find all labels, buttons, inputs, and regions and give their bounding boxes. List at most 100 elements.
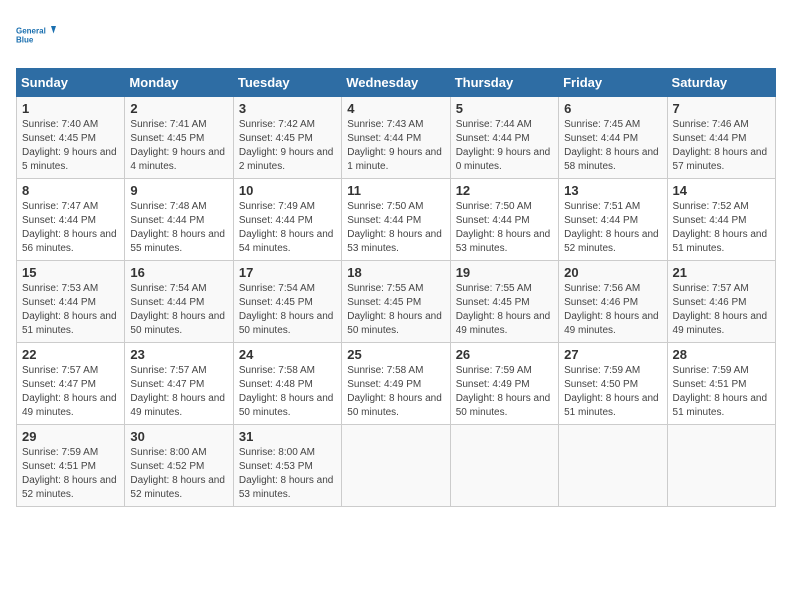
day-number: 27 <box>564 347 661 362</box>
day-cell-15: 15 Sunrise: 7:53 AMSunset: 4:44 PMDaylig… <box>17 261 125 343</box>
day-number: 25 <box>347 347 444 362</box>
day-info: Sunrise: 7:42 AMSunset: 4:45 PMDaylight:… <box>239 119 334 172</box>
day-number: 29 <box>22 429 119 444</box>
empty-cell <box>667 425 775 507</box>
day-info: Sunrise: 7:51 AMSunset: 4:44 PMDaylight:… <box>564 201 659 254</box>
header-friday: Friday <box>559 69 667 97</box>
day-info: Sunrise: 7:55 AMSunset: 4:45 PMDaylight:… <box>456 283 551 336</box>
day-cell-17: 17 Sunrise: 7:54 AMSunset: 4:45 PMDaylig… <box>233 261 341 343</box>
day-cell-21: 21 Sunrise: 7:57 AMSunset: 4:46 PMDaylig… <box>667 261 775 343</box>
day-cell-4: 4 Sunrise: 7:43 AMSunset: 4:44 PMDayligh… <box>342 97 450 179</box>
day-number: 23 <box>130 347 227 362</box>
day-info: Sunrise: 7:47 AMSunset: 4:44 PMDaylight:… <box>22 201 117 254</box>
header-sunday: Sunday <box>17 69 125 97</box>
empty-cell <box>342 425 450 507</box>
header-monday: Monday <box>125 69 233 97</box>
day-number: 26 <box>456 347 553 362</box>
day-info: Sunrise: 7:44 AMSunset: 4:44 PMDaylight:… <box>456 119 551 172</box>
week-row-1: 1 Sunrise: 7:40 AMSunset: 4:45 PMDayligh… <box>17 97 776 179</box>
day-number: 20 <box>564 265 661 280</box>
day-number: 13 <box>564 183 661 198</box>
logo: General Blue <box>16 16 56 56</box>
week-row-5: 29 Sunrise: 7:59 AMSunset: 4:51 PMDaylig… <box>17 425 776 507</box>
day-cell-19: 19 Sunrise: 7:55 AMSunset: 4:45 PMDaylig… <box>450 261 558 343</box>
day-cell-30: 30 Sunrise: 8:00 AMSunset: 4:52 PMDaylig… <box>125 425 233 507</box>
day-info: Sunrise: 7:58 AMSunset: 4:48 PMDaylight:… <box>239 365 334 418</box>
day-number: 4 <box>347 101 444 116</box>
day-number: 3 <box>239 101 336 116</box>
day-number: 21 <box>673 265 770 280</box>
calendar-header-row: SundayMondayTuesdayWednesdayThursdayFrid… <box>17 69 776 97</box>
day-number: 2 <box>130 101 227 116</box>
day-info: Sunrise: 7:40 AMSunset: 4:45 PMDaylight:… <box>22 119 117 172</box>
day-info: Sunrise: 7:52 AMSunset: 4:44 PMDaylight:… <box>673 201 768 254</box>
day-number: 16 <box>130 265 227 280</box>
day-number: 15 <box>22 265 119 280</box>
day-info: Sunrise: 7:50 AMSunset: 4:44 PMDaylight:… <box>456 201 551 254</box>
day-info: Sunrise: 7:54 AMSunset: 4:44 PMDaylight:… <box>130 283 225 336</box>
day-info: Sunrise: 7:50 AMSunset: 4:44 PMDaylight:… <box>347 201 442 254</box>
day-cell-8: 8 Sunrise: 7:47 AMSunset: 4:44 PMDayligh… <box>17 179 125 261</box>
day-cell-24: 24 Sunrise: 7:58 AMSunset: 4:48 PMDaylig… <box>233 343 341 425</box>
day-info: Sunrise: 7:41 AMSunset: 4:45 PMDaylight:… <box>130 119 225 172</box>
day-number: 28 <box>673 347 770 362</box>
day-info: Sunrise: 7:54 AMSunset: 4:45 PMDaylight:… <box>239 283 334 336</box>
day-cell-23: 23 Sunrise: 7:57 AMSunset: 4:47 PMDaylig… <box>125 343 233 425</box>
day-cell-10: 10 Sunrise: 7:49 AMSunset: 4:44 PMDaylig… <box>233 179 341 261</box>
day-cell-27: 27 Sunrise: 7:59 AMSunset: 4:50 PMDaylig… <box>559 343 667 425</box>
day-number: 14 <box>673 183 770 198</box>
day-info: Sunrise: 7:59 AMSunset: 4:51 PMDaylight:… <box>22 447 117 500</box>
day-cell-5: 5 Sunrise: 7:44 AMSunset: 4:44 PMDayligh… <box>450 97 558 179</box>
day-info: Sunrise: 7:59 AMSunset: 4:50 PMDaylight:… <box>564 365 659 418</box>
day-info: Sunrise: 7:57 AMSunset: 4:47 PMDaylight:… <box>22 365 117 418</box>
day-info: Sunrise: 7:43 AMSunset: 4:44 PMDaylight:… <box>347 119 442 172</box>
day-cell-14: 14 Sunrise: 7:52 AMSunset: 4:44 PMDaylig… <box>667 179 775 261</box>
day-number: 12 <box>456 183 553 198</box>
header-saturday: Saturday <box>667 69 775 97</box>
empty-cell <box>559 425 667 507</box>
day-info: Sunrise: 8:00 AMSunset: 4:53 PMDaylight:… <box>239 447 334 500</box>
header-wednesday: Wednesday <box>342 69 450 97</box>
day-info: Sunrise: 7:49 AMSunset: 4:44 PMDaylight:… <box>239 201 334 254</box>
day-cell-12: 12 Sunrise: 7:50 AMSunset: 4:44 PMDaylig… <box>450 179 558 261</box>
day-cell-31: 31 Sunrise: 8:00 AMSunset: 4:53 PMDaylig… <box>233 425 341 507</box>
day-number: 7 <box>673 101 770 116</box>
day-cell-22: 22 Sunrise: 7:57 AMSunset: 4:47 PMDaylig… <box>17 343 125 425</box>
day-number: 18 <box>347 265 444 280</box>
day-number: 19 <box>456 265 553 280</box>
day-info: Sunrise: 7:46 AMSunset: 4:44 PMDaylight:… <box>673 119 768 172</box>
day-cell-6: 6 Sunrise: 7:45 AMSunset: 4:44 PMDayligh… <box>559 97 667 179</box>
day-number: 8 <box>22 183 119 198</box>
day-number: 24 <box>239 347 336 362</box>
day-cell-11: 11 Sunrise: 7:50 AMSunset: 4:44 PMDaylig… <box>342 179 450 261</box>
day-cell-26: 26 Sunrise: 7:59 AMSunset: 4:49 PMDaylig… <box>450 343 558 425</box>
day-cell-28: 28 Sunrise: 7:59 AMSunset: 4:51 PMDaylig… <box>667 343 775 425</box>
day-number: 9 <box>130 183 227 198</box>
day-number: 5 <box>456 101 553 116</box>
day-number: 30 <box>130 429 227 444</box>
header-thursday: Thursday <box>450 69 558 97</box>
day-info: Sunrise: 7:55 AMSunset: 4:45 PMDaylight:… <box>347 283 442 336</box>
day-info: Sunrise: 7:53 AMSunset: 4:44 PMDaylight:… <box>22 283 117 336</box>
day-info: Sunrise: 7:58 AMSunset: 4:49 PMDaylight:… <box>347 365 442 418</box>
day-cell-18: 18 Sunrise: 7:55 AMSunset: 4:45 PMDaylig… <box>342 261 450 343</box>
day-cell-2: 2 Sunrise: 7:41 AMSunset: 4:45 PMDayligh… <box>125 97 233 179</box>
day-info: Sunrise: 7:57 AMSunset: 4:47 PMDaylight:… <box>130 365 225 418</box>
day-number: 1 <box>22 101 119 116</box>
day-cell-7: 7 Sunrise: 7:46 AMSunset: 4:44 PMDayligh… <box>667 97 775 179</box>
day-info: Sunrise: 8:00 AMSunset: 4:52 PMDaylight:… <box>130 447 225 500</box>
day-number: 6 <box>564 101 661 116</box>
day-cell-1: 1 Sunrise: 7:40 AMSunset: 4:45 PMDayligh… <box>17 97 125 179</box>
day-number: 31 <box>239 429 336 444</box>
logo-svg: General Blue <box>16 16 56 56</box>
week-row-4: 22 Sunrise: 7:57 AMSunset: 4:47 PMDaylig… <box>17 343 776 425</box>
day-number: 17 <box>239 265 336 280</box>
day-info: Sunrise: 7:59 AMSunset: 4:51 PMDaylight:… <box>673 365 768 418</box>
day-info: Sunrise: 7:56 AMSunset: 4:46 PMDaylight:… <box>564 283 659 336</box>
page-header: General Blue <box>16 16 776 56</box>
day-cell-13: 13 Sunrise: 7:51 AMSunset: 4:44 PMDaylig… <box>559 179 667 261</box>
day-cell-16: 16 Sunrise: 7:54 AMSunset: 4:44 PMDaylig… <box>125 261 233 343</box>
day-cell-9: 9 Sunrise: 7:48 AMSunset: 4:44 PMDayligh… <box>125 179 233 261</box>
week-row-3: 15 Sunrise: 7:53 AMSunset: 4:44 PMDaylig… <box>17 261 776 343</box>
day-cell-29: 29 Sunrise: 7:59 AMSunset: 4:51 PMDaylig… <box>17 425 125 507</box>
